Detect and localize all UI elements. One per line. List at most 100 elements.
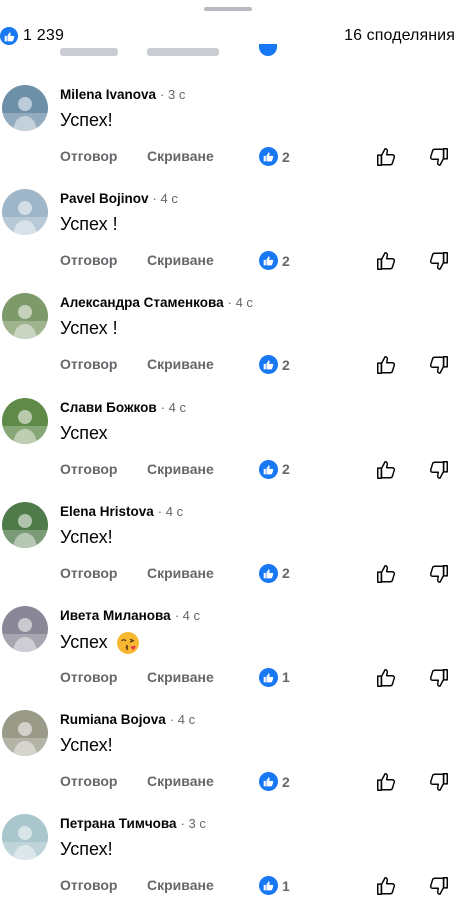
- like-reaction-icon: [259, 772, 278, 792]
- comment-item: Pavel Bojinov · 4 с Успех ! Отговор Скри…: [0, 186, 461, 290]
- reply-button[interactable]: Отговор: [60, 565, 117, 581]
- comment-likes[interactable]: 1: [259, 876, 290, 896]
- comment-time: · 4 с: [169, 712, 196, 728]
- avatar[interactable]: [2, 605, 48, 652]
- comment-actions: Отговор Скриване 2: [60, 563, 460, 585]
- comment-text-content: Успех!: [60, 526, 113, 547]
- reply-button[interactable]: Отговор: [60, 669, 117, 685]
- like-reaction-icon: [259, 667, 278, 687]
- partially-hidden-comment-actions: [0, 44, 461, 60]
- thumbs-up-icon[interactable]: [375, 354, 397, 376]
- comment-actions: Отговор Скриване 2: [60, 146, 460, 168]
- comment-likes[interactable]: 2: [259, 772, 290, 792]
- comment-text: Успех!: [60, 839, 113, 860]
- comments-list: Milena Ivanova · 3 с Успех! Отговор Скри…: [0, 82, 461, 900]
- blurred-reply-text: [60, 48, 118, 56]
- like-reaction-icon: [259, 147, 278, 166]
- like-count: 2: [282, 148, 290, 165]
- thumbs-down-icon[interactable]: [428, 250, 450, 272]
- thumbs-up-icon[interactable]: [375, 459, 397, 481]
- reactions-summary[interactable]: 1 239: [0, 27, 64, 45]
- comment-likes[interactable]: 2: [259, 563, 290, 583]
- comment-text: Успех!: [60, 110, 113, 131]
- comment-time: · 3 с: [160, 87, 186, 102]
- reply-button[interactable]: Отговор: [60, 773, 117, 789]
- hide-button[interactable]: Скриване: [147, 773, 214, 789]
- commenter-name[interactable]: Pavel Bojinov: [60, 191, 149, 206]
- reply-button[interactable]: Отговор: [60, 877, 117, 893]
- comment-likes[interactable]: 2: [259, 251, 290, 271]
- hide-button[interactable]: Скриване: [147, 877, 214, 893]
- kissing-face-emoji: [116, 631, 139, 654]
- commenter-name[interactable]: Rumiana Bojova: [60, 712, 166, 727]
- comment-time: · 4 с: [174, 607, 200, 623]
- comment-item: Elena Hristova · 4 с Успех! Отговор Скри…: [0, 499, 461, 603]
- thumbs-up-icon[interactable]: [375, 771, 397, 793]
- comment-header: Pavel Bojinov · 4 с: [60, 191, 178, 206]
- thumbs-up-icon[interactable]: [375, 146, 397, 168]
- commenter-name[interactable]: Elena Hristova: [60, 504, 154, 519]
- reply-button[interactable]: Отговор: [60, 252, 117, 268]
- thumbs-down-icon[interactable]: [428, 459, 450, 481]
- thumbs-up-icon[interactable]: [375, 250, 397, 272]
- comment-time: · 3 с: [180, 816, 206, 832]
- thumbs-down-icon[interactable]: [428, 563, 450, 585]
- commenter-name[interactable]: Ивета Миланова: [60, 608, 171, 623]
- avatar[interactable]: [2, 189, 48, 236]
- comment-item: Петрана Тимчова · 3 с Успех! Отговор Скр…: [0, 811, 461, 900]
- blurred-hide-text: [147, 48, 219, 56]
- comment-actions: Отговор Скриване 2: [60, 771, 460, 793]
- hide-button[interactable]: Скриване: [147, 252, 214, 268]
- reaction-count: 1 239: [23, 27, 65, 44]
- thumbs-down-icon[interactable]: [428, 667, 450, 689]
- comment-text-content: Успех !: [60, 214, 118, 235]
- avatar[interactable]: [2, 501, 48, 548]
- thumbs-up-icon[interactable]: [375, 875, 397, 897]
- comment-likes[interactable]: 2: [259, 147, 290, 166]
- comment-time: · 4 с: [152, 191, 178, 207]
- sheet-drag-handle[interactable]: [204, 7, 252, 11]
- like-count: 2: [282, 565, 290, 582]
- like-count: 2: [282, 461, 290, 478]
- avatar[interactable]: [2, 85, 48, 131]
- avatar[interactable]: [2, 293, 48, 340]
- commenter-name[interactable]: Слави Божков: [60, 400, 157, 415]
- avatar[interactable]: [2, 814, 48, 861]
- avatar[interactable]: [2, 397, 48, 444]
- avatar[interactable]: [2, 710, 48, 757]
- hide-button[interactable]: Скриване: [147, 148, 214, 164]
- comment-header: Rumiana Bojova · 4 с: [60, 712, 195, 727]
- shares-count[interactable]: 16 споделяния: [344, 27, 455, 45]
- thumbs-up-icon[interactable]: [375, 667, 397, 689]
- like-reaction-icon: [259, 355, 278, 375]
- like-count: 1: [282, 877, 290, 894]
- thumbs-down-icon[interactable]: [428, 875, 450, 897]
- commenter-name[interactable]: Milena Ivanova: [60, 87, 156, 102]
- reply-button[interactable]: Отговор: [60, 148, 117, 164]
- hide-button[interactable]: Скриване: [147, 356, 214, 372]
- comment-text: Успех!: [60, 735, 113, 756]
- comment-likes[interactable]: 2: [259, 355, 290, 375]
- comment-actions: Отговор Скриване 2: [60, 250, 460, 272]
- thumbs-down-icon[interactable]: [428, 771, 450, 793]
- comment-item: Слави Божков · 4 с Успех Отговор Скриван…: [0, 395, 461, 499]
- comment-likes[interactable]: 2: [259, 459, 290, 479]
- hide-button[interactable]: Скриване: [147, 669, 214, 685]
- thumbs-down-icon[interactable]: [428, 354, 450, 376]
- partial-like-icon: [259, 44, 277, 56]
- comment-text-content: Успех!: [60, 110, 113, 130]
- reply-button[interactable]: Отговор: [60, 461, 117, 477]
- hide-button[interactable]: Скриване: [147, 461, 214, 477]
- comment-time: · 4 с: [160, 399, 186, 415]
- commenter-name[interactable]: Александра Стаменкова: [60, 295, 224, 310]
- reply-button[interactable]: Отговор: [60, 356, 117, 372]
- thumbs-up-icon[interactable]: [375, 563, 397, 585]
- like-count: 1: [282, 669, 290, 686]
- comment-text-content: Успех !: [60, 318, 118, 339]
- commenter-name[interactable]: Петрана Тимчова: [60, 816, 177, 831]
- hide-button[interactable]: Скриване: [147, 565, 214, 581]
- comment-item: Александра Стаменкова · 4 с Успех ! Отго…: [0, 290, 461, 394]
- thumbs-down-icon[interactable]: [428, 146, 450, 168]
- comment-item: Ивета Миланова · 4 с Успех Отговор Скрив…: [0, 603, 461, 707]
- comment-likes[interactable]: 1: [259, 667, 290, 687]
